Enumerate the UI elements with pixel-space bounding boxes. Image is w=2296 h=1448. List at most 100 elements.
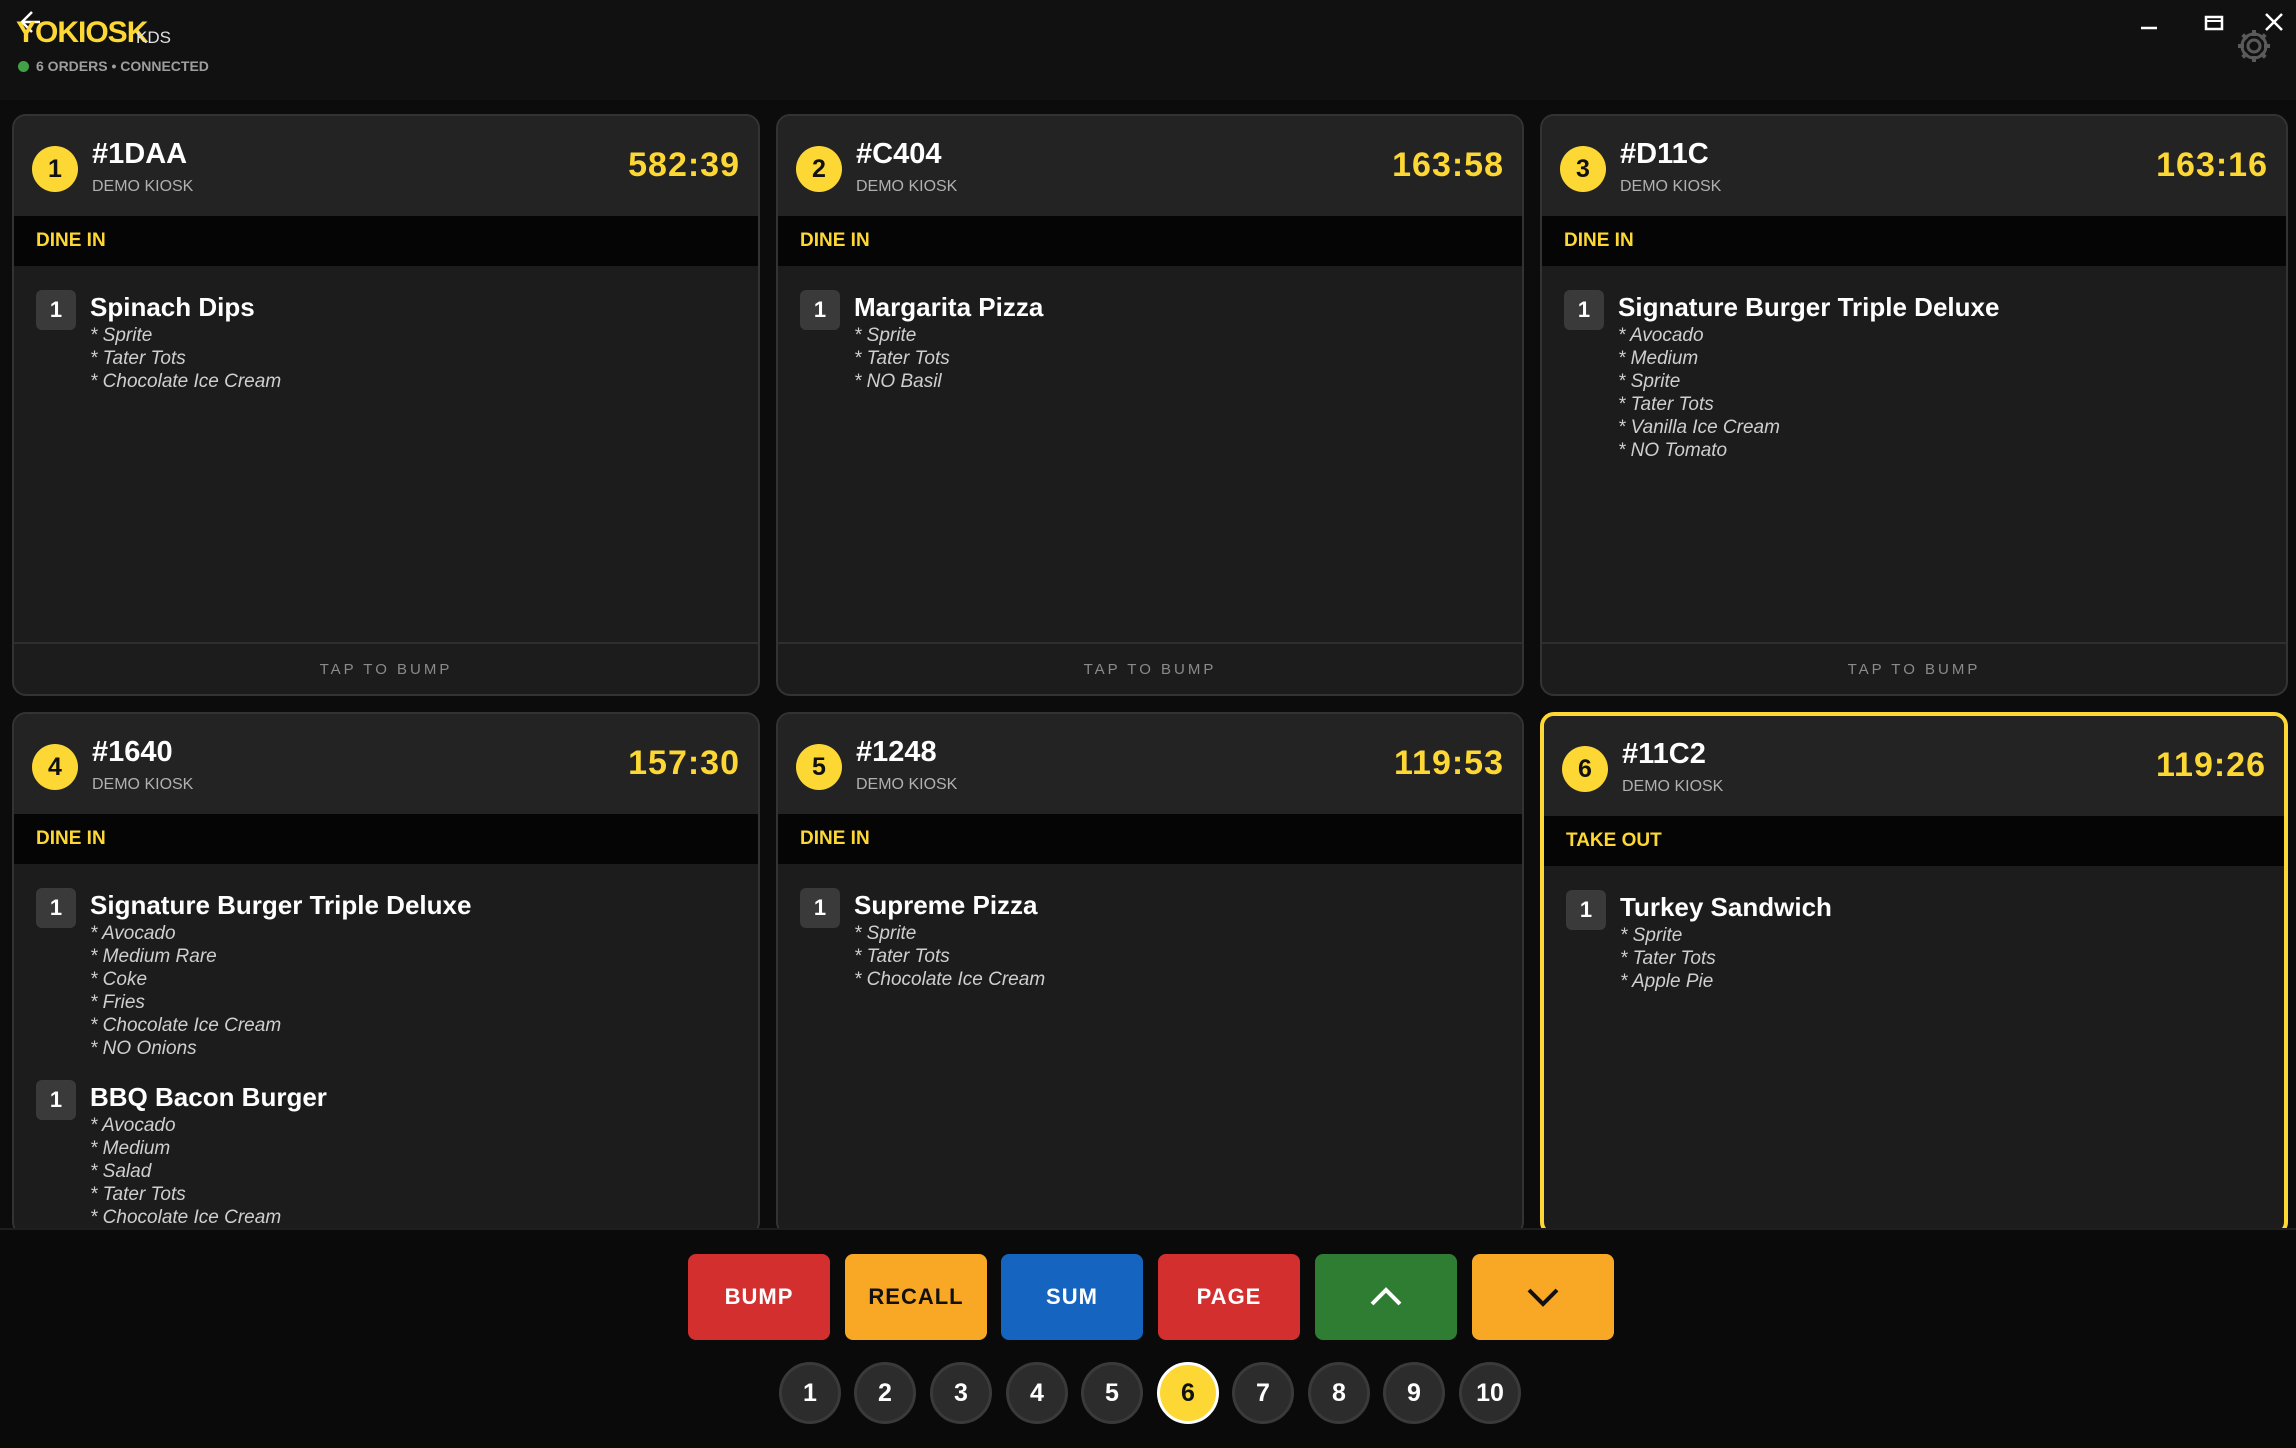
page-2-button[interactable]: 2 xyxy=(854,1362,916,1424)
order-source: DEMO KIOSK xyxy=(856,178,958,195)
bump-button[interactable]: BUMP xyxy=(688,1254,830,1340)
order-type: DINE IN xyxy=(778,216,1522,266)
order-card-5[interactable]: 5 #1248 DEMO KIOSK 119:53 DINE IN 1 Supr… xyxy=(776,712,1524,1236)
order-id: #C404 xyxy=(856,138,942,170)
gear-icon[interactable] xyxy=(2234,26,2274,66)
order-id: #1248 xyxy=(856,736,937,768)
item-modifier: * Tater Tots xyxy=(90,1184,186,1205)
item-modifier: * Apple Pie xyxy=(1620,971,1714,992)
order-card-6[interactable]: 6 #11C2 DEMO KIOSK 119:26 TAKE OUT 1 Tur… xyxy=(1540,712,2288,1236)
page-4-button[interactable]: 4 xyxy=(1006,1362,1068,1424)
item-modifier: * Medium Rare xyxy=(90,946,217,967)
order-timer: 119:26 xyxy=(2156,746,2266,784)
recall-button[interactable]: RECALL xyxy=(845,1254,987,1340)
order-number-badge: 1 xyxy=(32,146,78,192)
item-modifier: * NO Onions xyxy=(90,1038,197,1059)
item-modifier: * Sprite xyxy=(90,325,153,346)
order-item: 1 Signature Burger Triple Deluxe * Avoca… xyxy=(1542,266,2286,462)
control-bar xyxy=(0,1228,2296,1448)
item-modifier: * Tater Tots xyxy=(854,348,950,369)
order-timer: 157:30 xyxy=(628,744,740,782)
item-modifier: * Sprite xyxy=(854,923,917,944)
order-number-badge: 3 xyxy=(1560,146,1606,192)
order-header: 4 #1640 DEMO KIOSK 157:30 xyxy=(14,714,758,814)
order-id: #11C2 xyxy=(1622,738,1706,770)
item-name: Signature Burger Triple Deluxe xyxy=(1618,292,2000,322)
item-modifier: * Avocado xyxy=(1618,325,1704,346)
order-source: DEMO KIOSK xyxy=(92,178,194,195)
item-qty: 1 xyxy=(800,888,840,928)
item-modifier: * Vanilla Ice Cream xyxy=(1618,417,1780,438)
scroll-down-button[interactable] xyxy=(1472,1254,1614,1340)
tap-to-bump[interactable]: TAP TO BUMP xyxy=(1542,642,2286,694)
item-modifier: * Fries xyxy=(90,992,145,1013)
scroll-up-button[interactable] xyxy=(1315,1254,1457,1340)
order-item: 1 Supreme Pizza * Sprite * Tater Tots * … xyxy=(778,864,1522,991)
order-timer: 582:39 xyxy=(628,146,740,184)
item-modifier: * Tater Tots xyxy=(1618,394,1714,415)
app-logo-sub: KDS xyxy=(136,28,171,47)
order-items: 1 Spinach Dips * Sprite * Tater Tots * C… xyxy=(14,266,758,694)
page-button[interactable]: PAGE xyxy=(1158,1254,1300,1340)
order-card-3[interactable]: 3 #D11C DEMO KIOSK 163:16 DINE IN 1 Sign… xyxy=(1540,114,2288,696)
sum-button[interactable]: SUM xyxy=(1001,1254,1143,1340)
order-number-badge: 5 xyxy=(796,744,842,790)
item-name: Spinach Dips xyxy=(90,292,255,322)
tap-to-bump[interactable]: TAP TO BUMP xyxy=(14,642,758,694)
page-5-button[interactable]: 5 xyxy=(1081,1362,1143,1424)
page-1-button[interactable]: 1 xyxy=(779,1362,841,1424)
item-modifier: * Coke xyxy=(90,969,148,990)
item-modifier: * Tater Tots xyxy=(90,348,186,369)
item-modifier: * NO Tomato xyxy=(1618,440,1728,461)
order-header: 5 #1248 DEMO KIOSK 119:53 xyxy=(778,714,1522,814)
order-card-4[interactable]: 4 #1640 DEMO KIOSK 157:30 DINE IN 1 Sign… xyxy=(12,712,760,1236)
item-modifier: * Medium xyxy=(1618,348,1699,369)
order-items: 1 Turkey Sandwich * Sprite * Tater Tots … xyxy=(1544,866,2284,1232)
page-9-button[interactable]: 9 xyxy=(1383,1362,1445,1424)
order-header: 1 #1DAA DEMO KIOSK 582:39 xyxy=(14,116,758,216)
page-6-button[interactable]: 6 xyxy=(1157,1362,1219,1424)
item-modifier: * Chocolate Ice Cream xyxy=(90,1015,282,1036)
status-dot-icon xyxy=(18,60,29,72)
item-name: BBQ Bacon Burger xyxy=(90,1082,327,1112)
item-modifier: * Sprite xyxy=(1618,371,1681,392)
order-items: 1 Signature Burger Triple Deluxe * Avoca… xyxy=(1542,266,2286,694)
minimize-icon[interactable] xyxy=(2129,8,2169,44)
page-10-button[interactable]: 10 xyxy=(1459,1362,1521,1424)
order-card-1[interactable]: 1 #1DAA DEMO KIOSK 582:39 DINE IN 1 Spin… xyxy=(12,114,760,696)
tap-to-bump[interactable]: TAP TO BUMP xyxy=(778,642,1522,694)
order-timer: 163:16 xyxy=(2156,146,2268,184)
item-modifier: * Sprite xyxy=(1620,925,1683,946)
item-modifier: * Chocolate Ice Cream xyxy=(854,969,1046,990)
order-source: DEMO KIOSK xyxy=(1620,178,1722,195)
order-type: DINE IN xyxy=(14,216,758,266)
item-qty: 1 xyxy=(36,888,76,928)
order-number-badge: 2 xyxy=(796,146,842,192)
order-source: DEMO KIOSK xyxy=(1622,778,1724,795)
status-text: 6 ORDERS • CONNECTED xyxy=(36,58,209,74)
order-id: #D11C xyxy=(1620,138,1709,170)
order-item: 1 Turkey Sandwich * Sprite * Tater Tots … xyxy=(1544,866,2284,993)
app-header: YOKIOSK KDS 6 ORDERS • CONNECTED xyxy=(0,0,2296,100)
item-modifier: * Avocado xyxy=(90,1115,176,1136)
order-header: 3 #D11C DEMO KIOSK 163:16 xyxy=(1542,116,2286,216)
item-name: Supreme Pizza xyxy=(854,890,1038,920)
maximize-icon[interactable] xyxy=(2194,8,2234,44)
order-card-2[interactable]: 2 #C404 DEMO KIOSK 163:58 DINE IN 1 Marg… xyxy=(776,114,1524,696)
page-8-button[interactable]: 8 xyxy=(1308,1362,1370,1424)
chevron-down-icon xyxy=(1527,1288,1559,1307)
connection-status: 6 ORDERS • CONNECTED xyxy=(18,58,209,74)
item-modifier: * Sprite xyxy=(854,325,917,346)
order-id: #1DAA xyxy=(92,138,188,170)
order-items: 1 Supreme Pizza * Sprite * Tater Tots * … xyxy=(778,864,1522,1234)
page-3-button[interactable]: 3 xyxy=(930,1362,992,1424)
page-7-button[interactable]: 7 xyxy=(1232,1362,1294,1424)
order-header: 2 #C404 DEMO KIOSK 163:58 xyxy=(778,116,1522,216)
item-modifier: * Medium xyxy=(90,1138,171,1159)
order-source: DEMO KIOSK xyxy=(856,776,958,793)
order-item: 1 Signature Burger Triple Deluxe * Avoca… xyxy=(14,864,758,1060)
item-qty: 1 xyxy=(1564,290,1604,330)
item-modifier: * Avocado xyxy=(90,923,176,944)
item-modifier: * Tater Tots xyxy=(1620,948,1716,969)
item-modifier: * Salad xyxy=(90,1161,152,1182)
